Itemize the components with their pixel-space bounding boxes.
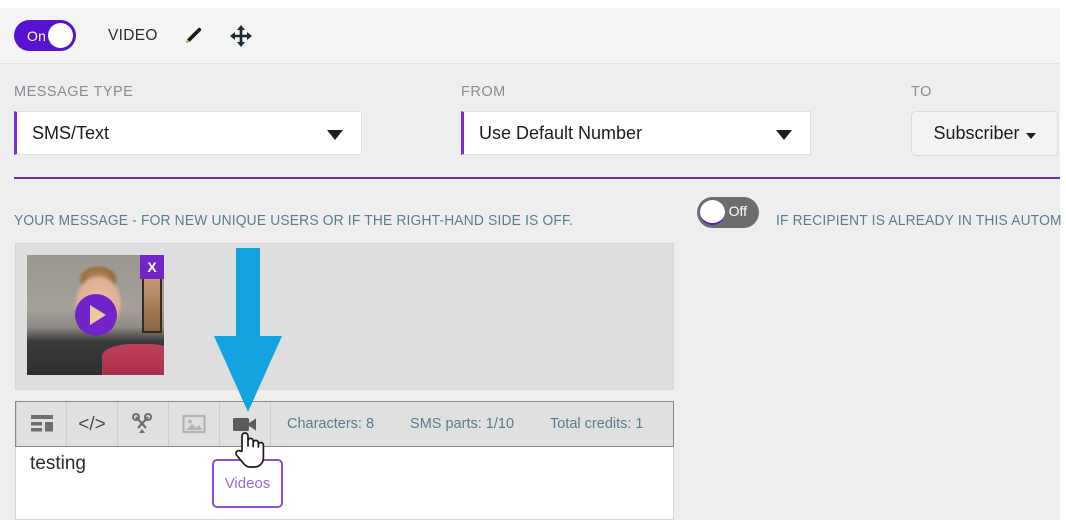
video-icon[interactable] [220, 402, 271, 446]
to-subscriber-value: Subscriber [933, 123, 1020, 143]
editor-toolbar: </> Characters: 8 SMS parts: 1/10 Total … [15, 401, 674, 447]
message-textarea-value: testing [30, 453, 86, 474]
message-textarea[interactable]: testing [15, 447, 674, 520]
template-icon[interactable] [16, 402, 67, 446]
from-select[interactable]: Use Default Number [461, 111, 811, 155]
message-type-label: MESSAGE TYPE [14, 84, 134, 100]
from-label: FROM [461, 84, 506, 100]
message-type-value: SMS/Text [32, 122, 110, 143]
app-root: On VIDEO MESSAGE TYPE SMS/Text FROM Use … [0, 0, 1066, 520]
section-divider [14, 177, 1060, 179]
video-thumbnail[interactable]: X [27, 255, 164, 375]
your-message-heading: YOUR MESSAGE - FOR NEW UNIQUE USERS OR I… [14, 212, 574, 229]
node-enabled-toggle-label: On [27, 27, 47, 44]
message-stats: Characters: 8 SMS parts: 1/10 Total cred… [287, 416, 644, 432]
node-header-bar: On VIDEO [0, 8, 1060, 64]
stat-total-credits: Total credits: 1 [550, 416, 644, 432]
node-title: VIDEO [108, 26, 158, 44]
node-enabled-toggle[interactable]: On [14, 20, 76, 51]
move-icon[interactable] [228, 23, 254, 49]
code-icon[interactable]: </> [67, 402, 118, 446]
stat-characters: Characters: 8 [287, 416, 375, 432]
videos-tooltip: Videos [212, 459, 283, 508]
to-subscriber-dropdown[interactable]: Subscriber [911, 111, 1058, 156]
stat-sms-parts: SMS parts: 1/10 [410, 416, 515, 432]
image-icon[interactable] [169, 402, 220, 446]
remove-attachment-button[interactable]: X [140, 255, 164, 279]
toggle-knob [48, 23, 73, 48]
from-value: Use Default Number [479, 122, 643, 143]
chevron-down-icon [327, 130, 343, 140]
play-icon[interactable] [74, 294, 117, 336]
recipient-heading: IF RECIPIENT IS ALREADY IN THIS AUTOM [776, 212, 1062, 229]
recipient-toggle-label: Off [728, 203, 747, 219]
recipient-already-in-automation-toggle[interactable]: Off [697, 197, 759, 228]
to-label: TO [911, 84, 932, 100]
link-icon[interactable] [118, 402, 169, 446]
chevron-down-icon [776, 130, 792, 140]
message-type-select[interactable]: SMS/Text [14, 111, 362, 155]
svg-text:</>: </> [78, 414, 105, 435]
play-triangle [90, 305, 106, 325]
attachment-panel: X [15, 243, 674, 390]
chevron-down-icon [1025, 132, 1036, 139]
videos-tooltip-label: Videos [224, 475, 271, 492]
pencil-icon[interactable] [180, 23, 206, 49]
toggle-knob [700, 200, 725, 225]
config-fields-row: MESSAGE TYPE SMS/Text FROM Use Default N… [0, 78, 1060, 166]
